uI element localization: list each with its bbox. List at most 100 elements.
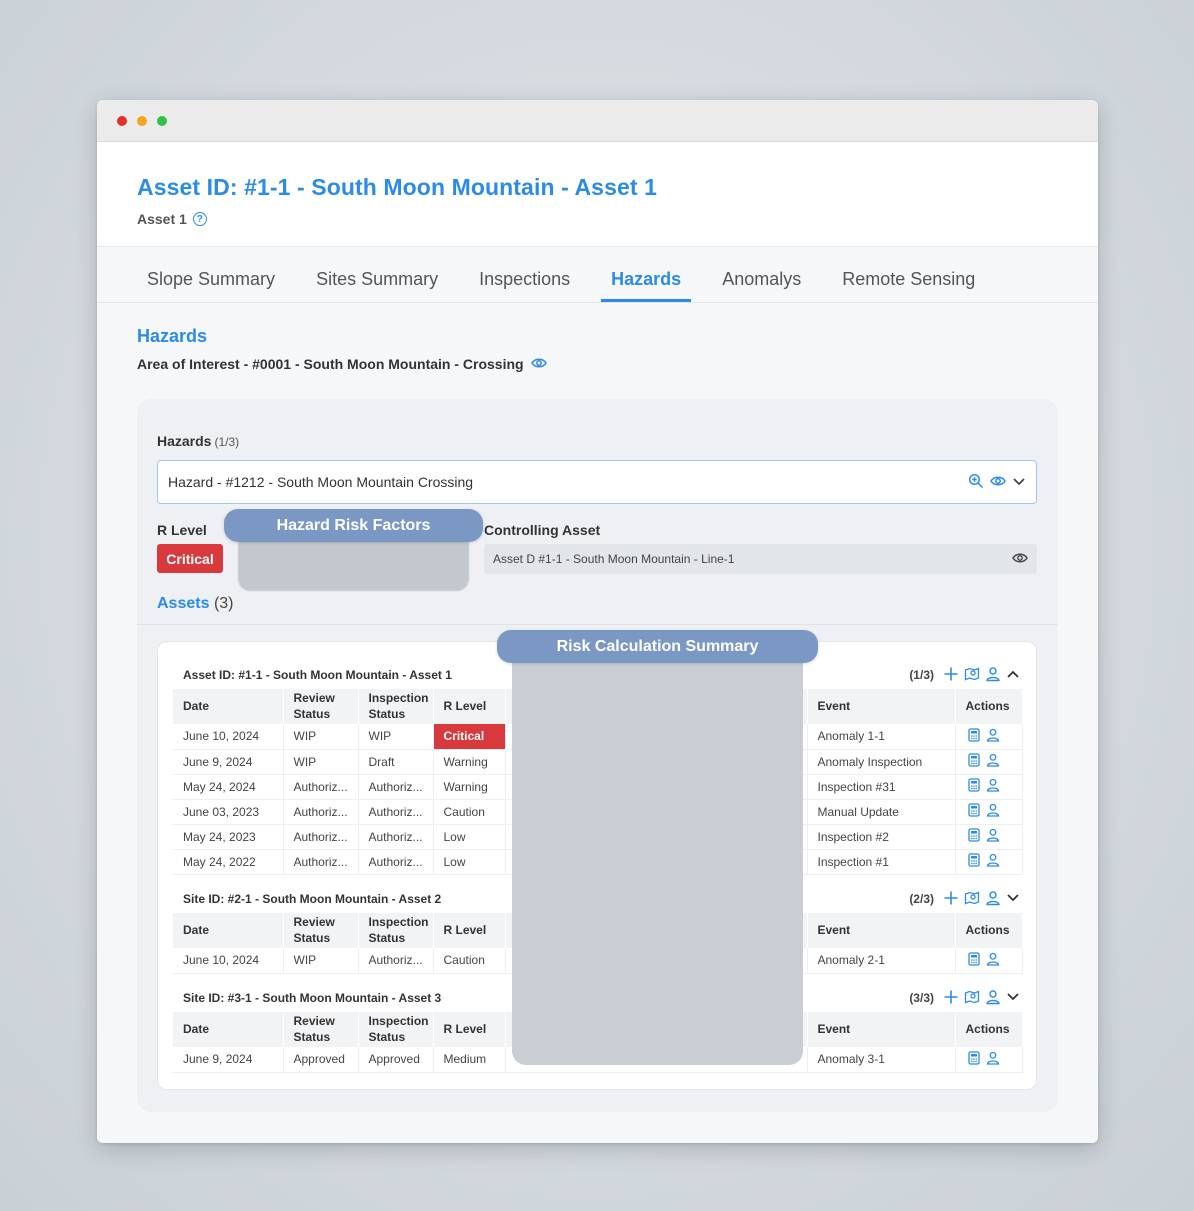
calculator-icon[interactable]	[967, 1051, 980, 1068]
calculator-icon[interactable]	[967, 728, 980, 745]
cell-inspection-status: Authoriz...	[358, 774, 434, 800]
chevron-down-icon[interactable]	[1006, 991, 1020, 1005]
cell-event: Anomaly Inspection	[807, 749, 956, 775]
zoom-in-icon[interactable]	[968, 473, 984, 492]
group-fraction: (3/3)	[909, 991, 934, 1005]
question-circle-icon[interactable]: ?	[192, 212, 207, 226]
cell-r-level: Warning	[433, 749, 506, 775]
col-date: Date	[173, 1012, 284, 1048]
controlling-asset-field: Asset D #1-1 - South Moon Mountain - Lin…	[484, 544, 1037, 574]
col-event: Event	[807, 1012, 956, 1048]
cell-r-level: Low	[433, 824, 506, 850]
cell-review-status: Approved	[283, 1047, 359, 1073]
maximize-window-button[interactable]	[157, 116, 167, 126]
user-icon[interactable]	[986, 1051, 1000, 1068]
eye-icon[interactable]	[530, 356, 547, 372]
cell-review-status: Authoriz...	[283, 849, 359, 875]
cell-event: Inspection #1	[807, 849, 956, 875]
cell-review-status: WIP	[283, 724, 359, 750]
chevron-up-icon[interactable]	[1006, 668, 1020, 682]
tab-inspections[interactable]: Inspections	[469, 247, 580, 302]
user-icon[interactable]	[986, 803, 1000, 820]
tab-bar: Slope Summary Sites Summary Inspections …	[97, 247, 1098, 303]
plus-icon[interactable]	[943, 989, 959, 1008]
cell-actions	[955, 774, 1023, 800]
asset-subtitle: Asset 1 ?	[137, 211, 1058, 227]
cell-actions	[955, 849, 1023, 875]
map-pin-icon[interactable]	[964, 890, 980, 909]
minimize-window-button[interactable]	[137, 116, 147, 126]
user-icon[interactable]	[985, 989, 1001, 1008]
cell-r-level: Warning	[433, 774, 506, 800]
calculator-icon[interactable]	[967, 803, 980, 820]
col-inspection-status: Inspection Status	[358, 1012, 434, 1048]
cell-review-status: Authoriz...	[283, 824, 359, 850]
col-actions: Actions	[955, 689, 1023, 725]
r-level-badge: Critical	[157, 544, 223, 573]
calculator-icon[interactable]	[967, 952, 980, 969]
chevron-down-icon[interactable]	[1006, 892, 1020, 906]
col-review-status: Review Status	[283, 689, 359, 725]
cell-inspection-status: Authoriz...	[358, 799, 434, 825]
eye-icon[interactable]	[1012, 552, 1028, 567]
close-window-button[interactable]	[117, 116, 127, 126]
r-level-label: R Level	[157, 522, 207, 538]
cell-event: Manual Update	[807, 799, 956, 825]
user-icon[interactable]	[986, 828, 1000, 845]
cell-actions	[955, 824, 1023, 850]
tab-remote-sensing[interactable]: Remote Sensing	[832, 247, 985, 302]
risk-calculation-redacted	[512, 662, 803, 1065]
col-inspection-status: Inspection Status	[358, 689, 434, 725]
user-icon[interactable]	[985, 666, 1001, 685]
cell-date: June 03, 2023	[173, 799, 284, 825]
plus-icon[interactable]	[943, 890, 959, 909]
controlling-asset-value: Asset D #1-1 - South Moon Mountain - Lin…	[493, 552, 735, 566]
col-review-status: Review Status	[283, 913, 359, 949]
map-pin-icon[interactable]	[964, 666, 980, 685]
chevron-down-icon[interactable]	[1012, 474, 1026, 490]
cell-actions	[955, 749, 1023, 775]
col-actions: Actions	[955, 1012, 1023, 1048]
area-of-interest: Area of Interest - #0001 - South Moon Mo…	[137, 356, 1058, 372]
calculator-icon[interactable]	[967, 828, 980, 845]
user-icon[interactable]	[986, 853, 1000, 870]
plus-icon[interactable]	[943, 666, 959, 685]
divider	[137, 624, 1058, 625]
col-r-level: R Level	[433, 913, 506, 949]
cell-date: June 10, 2024	[173, 724, 284, 750]
assets-label: Assets (3)	[157, 595, 234, 613]
tab-slope-summary[interactable]: Slope Summary	[137, 247, 285, 302]
page-header: Asset ID: #1-1 - South Moon Mountain - A…	[97, 142, 1098, 247]
tab-sites-summary[interactable]: Sites Summary	[306, 247, 448, 302]
hazard-select-value: Hazard - #1212 - South Moon Mountain Cro…	[168, 474, 474, 490]
tab-anomalys[interactable]: Anomalys	[712, 247, 811, 302]
group-fraction: (1/3)	[909, 668, 934, 682]
calculator-icon[interactable]	[967, 753, 980, 770]
cell-event: Anomaly 1-1	[807, 724, 956, 750]
eye-icon[interactable]	[990, 474, 1006, 490]
cell-r-level: Low	[433, 849, 506, 875]
calculator-icon[interactable]	[967, 778, 980, 795]
tab-hazards[interactable]: Hazards	[601, 247, 692, 302]
user-icon[interactable]	[985, 890, 1001, 909]
window-titlebar	[97, 100, 1098, 142]
group-title: Asset ID: #1-1 - South Moon Mountain - A…	[183, 668, 452, 682]
col-event: Event	[807, 913, 956, 949]
page-title: Asset ID: #1-1 - South Moon Mountain - A…	[137, 174, 657, 200]
hazards-label-text: Hazards	[157, 433, 212, 449]
hazard-select[interactable]: Hazard - #1212 - South Moon Mountain Cro…	[157, 460, 1037, 504]
col-date: Date	[173, 913, 284, 949]
calculator-icon[interactable]	[967, 853, 980, 870]
cell-date: June 9, 2024	[173, 749, 284, 775]
cell-inspection-status: WIP	[358, 724, 434, 750]
cell-r-level: Caution	[433, 948, 506, 974]
user-icon[interactable]	[986, 778, 1000, 795]
user-icon[interactable]	[986, 728, 1000, 745]
cell-inspection-status: Authoriz...	[358, 948, 434, 974]
col-date: Date	[173, 689, 284, 725]
user-icon[interactable]	[986, 753, 1000, 770]
user-icon[interactable]	[986, 952, 1000, 969]
map-pin-icon[interactable]	[964, 989, 980, 1008]
cell-inspection-status: Approved	[358, 1047, 434, 1073]
hazard-risk-factors-pill: Hazard Risk Factors	[224, 509, 483, 542]
